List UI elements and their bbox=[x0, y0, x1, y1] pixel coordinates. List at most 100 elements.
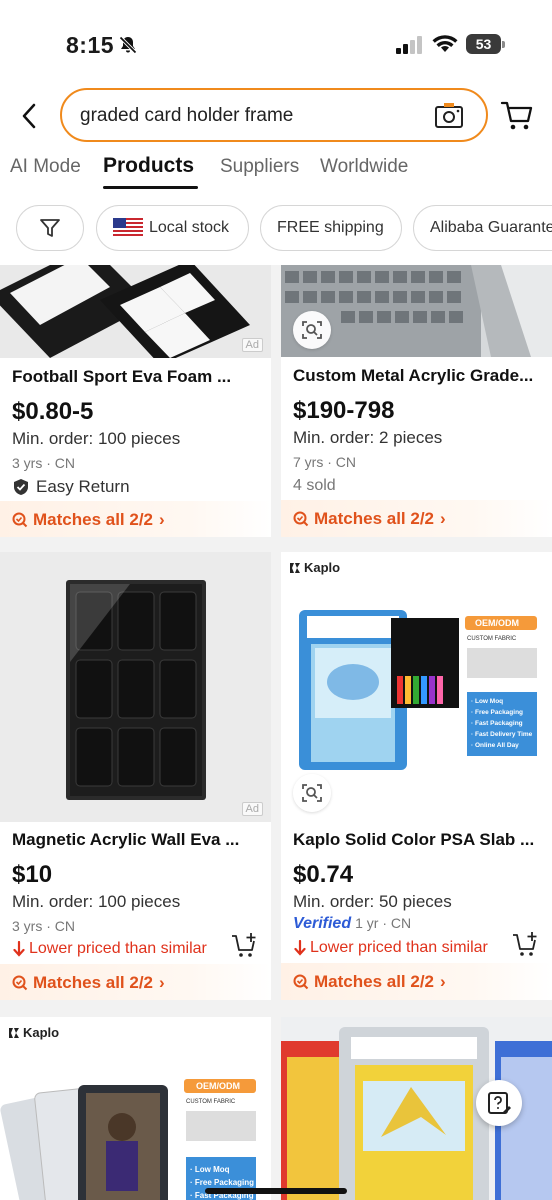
wifi-icon bbox=[432, 35, 458, 52]
product-image: Kaplo OEM/ODM CUSTOM FABRIC · Low Moq · … bbox=[0, 1017, 271, 1200]
feature-item: · Fast Delivery Time bbox=[471, 731, 533, 738]
back-button[interactable] bbox=[14, 98, 44, 134]
oem-badge: OEM/ODM bbox=[196, 1081, 240, 1091]
feature-item: · Online All Day bbox=[471, 742, 519, 749]
match-icon bbox=[293, 511, 309, 527]
home-indicator[interactable] bbox=[205, 1188, 347, 1194]
visual-search-button[interactable] bbox=[293, 774, 331, 812]
product-title: Football Sport Eva Foam ... bbox=[12, 367, 232, 386]
product-price: $0.74 bbox=[293, 861, 354, 888]
product-title: Custom Metal Acrylic Grade... bbox=[293, 366, 534, 385]
matches-label: Matches all 2/2 bbox=[33, 973, 154, 992]
match-icon bbox=[12, 975, 28, 991]
chevron-left-icon bbox=[22, 103, 36, 129]
oem-badge: OEM/ODM bbox=[475, 618, 519, 628]
easy-return-label: Easy Return bbox=[36, 477, 130, 496]
product-image bbox=[281, 265, 552, 357]
product-price: $0.80-5 bbox=[12, 398, 94, 425]
lower-price-label: Lower priced than similar bbox=[310, 939, 488, 956]
add-to-cart-icon[interactable] bbox=[231, 932, 259, 960]
matches-label: Matches all 2/2 bbox=[314, 972, 435, 991]
cart-icon[interactable] bbox=[500, 98, 534, 132]
feature-item: · Fast Packaging bbox=[471, 720, 523, 727]
product-price: $10 bbox=[12, 861, 53, 888]
min-order: Min. order: 100 pieces bbox=[12, 892, 181, 911]
feedback-icon bbox=[488, 1092, 511, 1114]
min-order: Min. order: 2 pieces bbox=[293, 428, 443, 447]
matches-banner[interactable]: Matches all 2/2 › bbox=[0, 964, 271, 1000]
status-bar: 8:15 53 bbox=[0, 0, 552, 90]
image-search-icon[interactable] bbox=[434, 101, 464, 129]
product-grid: Ad Football Sport Eva Foam ... $0.80-5 M… bbox=[0, 265, 552, 1200]
arrow-down-icon bbox=[294, 940, 306, 956]
sold-count: 4 sold bbox=[293, 477, 336, 494]
product-image: Kaplo OEM/ODM CUSTOM FABRIC · Low Moq · … bbox=[281, 552, 552, 822]
min-order: Min. order: 100 pieces bbox=[12, 429, 181, 448]
arrow-down-icon bbox=[13, 941, 25, 957]
ad-tag: Ad bbox=[241, 802, 263, 816]
filter-chips: Local stock FREE shipping Alibaba Guaran… bbox=[0, 205, 552, 253]
tab-suppliers[interactable]: Suppliers bbox=[220, 156, 299, 178]
matches-banner[interactable]: Matches all 2/2 › bbox=[281, 963, 552, 1000]
supplier-years: 1 yr · CN bbox=[355, 915, 412, 931]
matches-label: Matches all 2/2 bbox=[314, 509, 435, 528]
us-flag-icon bbox=[113, 218, 143, 238]
supplier-meta: 3 yrs · CN bbox=[12, 455, 75, 471]
chevron-right-icon: › bbox=[440, 972, 446, 991]
add-to-cart-icon[interactable] bbox=[512, 931, 540, 959]
lower-price-badge: Lower priced than similar bbox=[293, 939, 488, 957]
product-card[interactable]: Custom Metal Acrylic Grade... $190-798 M… bbox=[281, 265, 552, 537]
feature-item: · Low Moq bbox=[190, 1165, 230, 1174]
supplier-meta: Verified 1 yr · CN bbox=[293, 915, 411, 933]
product-card[interactable]: Kaplo OEM/ODM CUSTOM FABRIC · Low Moq · … bbox=[0, 1017, 271, 1200]
match-icon bbox=[293, 974, 309, 990]
product-title: Kaplo Solid Color PSA Slab ... bbox=[293, 830, 535, 849]
feature-list: · Low Moq · Free Packaging · Fast Packag… bbox=[190, 1163, 254, 1200]
local-stock-label: Local stock bbox=[149, 219, 230, 236]
search-input[interactable]: graded card holder frame bbox=[60, 88, 488, 142]
feature-item: · Free Packaging bbox=[471, 709, 524, 716]
free-shipping-label: FREE shipping bbox=[277, 219, 384, 236]
chevron-right-icon: › bbox=[440, 509, 446, 528]
tab-products[interactable]: Products bbox=[103, 154, 194, 178]
tab-worldwide[interactable]: Worldwide bbox=[320, 156, 408, 178]
filter-icon bbox=[40, 219, 60, 237]
filter-button[interactable] bbox=[16, 205, 84, 251]
tab-ai-mode[interactable]: AI Mode bbox=[10, 156, 81, 178]
product-image: Ad bbox=[0, 265, 271, 358]
lower-price-badge: Lower priced than similar bbox=[12, 940, 207, 958]
matches-label: Matches all 2/2 bbox=[33, 510, 154, 529]
alibaba-guarantee-label: Alibaba Guarantee bbox=[430, 219, 552, 236]
product-title: Magnetic Acrylic Wall Eva ... bbox=[12, 830, 240, 849]
product-card[interactable]: Kaplo OEM/ODM CUSTOM FABRIC · Low Moq · … bbox=[281, 552, 552, 1000]
product-image: Ad bbox=[0, 552, 271, 822]
feature-list: · Low Moq · Free Packaging · Fast Packag… bbox=[471, 696, 532, 751]
visual-search-button[interactable] bbox=[293, 311, 331, 349]
battery-level: 53 bbox=[475, 36, 492, 52]
search-query: graded card holder frame bbox=[80, 105, 294, 126]
verified-badge: Verified bbox=[293, 915, 352, 932]
custom-fabric-label: CUSTOM FABRIC bbox=[186, 1099, 236, 1105]
scan-search-icon bbox=[302, 321, 322, 339]
product-card[interactable]: Ad Magnetic Acrylic Wall Eva ... $10 Min… bbox=[0, 552, 271, 1000]
supplier-meta: 7 yrs · CN bbox=[293, 454, 356, 470]
scan-search-icon bbox=[302, 784, 322, 802]
active-tab-indicator bbox=[103, 186, 198, 189]
feature-item: · Low Moq bbox=[471, 698, 504, 705]
cellular-signal-icon bbox=[396, 36, 422, 54]
help-button[interactable] bbox=[476, 1080, 522, 1126]
easy-return: Easy Return bbox=[12, 477, 130, 497]
ad-tag: Ad bbox=[241, 338, 263, 352]
matches-banner[interactable]: Matches all 2/2 › bbox=[0, 501, 271, 537]
alibaba-guarantee-chip[interactable]: Alibaba Guarantee bbox=[413, 205, 552, 251]
product-card[interactable]: Ad Football Sport Eva Foam ... $0.80-5 M… bbox=[0, 265, 271, 537]
status-time: 8:15 bbox=[66, 32, 115, 58]
matches-banner[interactable]: Matches all 2/2 › bbox=[281, 500, 552, 537]
search-tabs: AI Mode Products Suppliers Worldwide bbox=[0, 152, 552, 192]
min-order: Min. order: 50 pieces bbox=[293, 892, 452, 911]
battery-icon: 53 bbox=[466, 34, 506, 54]
lower-price-label: Lower priced than similar bbox=[29, 940, 207, 957]
local-stock-chip[interactable]: Local stock bbox=[96, 205, 249, 251]
shield-check-icon bbox=[14, 479, 28, 495]
free-shipping-chip[interactable]: FREE shipping bbox=[260, 205, 402, 251]
